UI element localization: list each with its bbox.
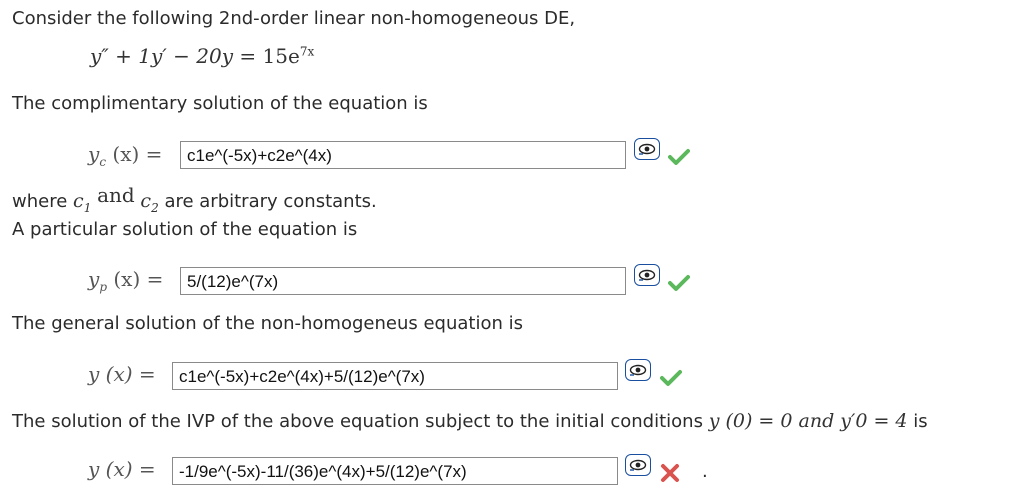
general-checkmark-icon [660,370,682,386]
general-prompt: The general solution of the non-homogene… [12,313,523,334]
particular-answer-field[interactable]: 5/(12)e^(7x) [180,267,626,295]
ivp-lhs: y (x) = [88,457,156,481]
general-answer-field[interactable]: c1e^(-5x)+c2e^(4x)+5/(12)e^(7x) [172,362,618,390]
where-label: where [12,191,68,212]
complementary-checkmark-icon [668,149,690,165]
eye-preview-icon [638,143,656,155]
particular-checkmark-icon [668,275,690,291]
eye-preview-icon [638,269,656,281]
de-equals: = [239,44,257,68]
de-rhs: 15e7x [263,44,315,68]
eye-preview-icon [629,364,647,376]
ivp-prompt-line: The solution of the IVP of the above equ… [12,410,928,432]
differential-equation: y″ + 1y′ − 20y = 15e7x [90,44,314,68]
constants-tail: are arbitrary constants. [164,191,377,212]
ivp-x-mark-icon [661,464,679,482]
ivp-answer-field[interactable]: -1/9e^(-5x)-11/(36)e^(4x)+5/(12)e^(7x) [172,457,618,485]
particular-prompt: A particular solution of the equation is [12,219,358,240]
yc-arg: (x) = [112,142,163,166]
complementary-preview-button[interactable] [634,138,660,160]
ivp-prompt: The solution of the IVP of the above equ… [12,411,703,432]
eye-preview-icon [629,459,647,471]
c2-symbol: c2 [140,190,159,215]
particular-preview-button[interactable] [634,264,660,286]
yc-subscript: c [99,155,107,169]
complementary-answer-field[interactable]: c1e^(-5x)+c2e^(4x) [180,141,626,169]
ivp-period: . [702,461,708,482]
complementary-prompt: The complimentary solution of the equati… [12,93,428,114]
de-rhs-exponent: 7x [299,44,315,59]
intro-text: Consider the following 2nd-order linear … [12,8,576,29]
constants-line: where c1 and c2 are arbitrary constants. [12,183,377,215]
de-rhs-coeff: 15e [262,44,300,68]
de-lhs: y″ + 1y′ − 20y [90,44,234,68]
particular-lhs: yp (x) = [88,267,163,294]
yp-symbol: y [88,267,100,291]
complementary-lhs: yc (x) = [88,142,162,169]
general-preview-button[interactable] [625,359,651,381]
ivp-tail: is [913,411,928,432]
ivp-conditions: y (0) = 0 and y′0 = 4 [708,410,908,432]
general-lhs: y (x) = [88,362,156,386]
and-word: and [97,183,135,207]
ivp-preview-button[interactable] [625,454,651,476]
yp-arg: (x) = [113,267,164,291]
c1-symbol: c1 [73,190,92,215]
yp-subscript: p [99,280,107,294]
yc-symbol: y [88,142,100,166]
